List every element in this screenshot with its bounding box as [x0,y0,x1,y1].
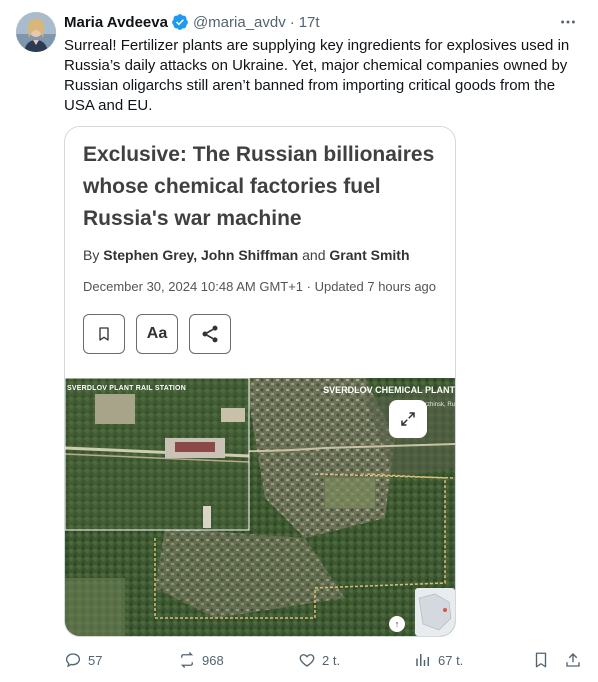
share-upload-icon [566,653,580,667]
bookmark-button[interactable] [532,648,556,672]
article-title: Exclusive: The Russian billionaires whos… [83,143,435,230]
like-button[interactable]: 2 t. [298,648,340,672]
media-card[interactable]: Exclusive: The Russian billionaires whos… [64,126,456,637]
verified-badge-icon [171,13,189,31]
tweet-header: Maria Avdeeva @maria_avdv · 17t [64,12,582,32]
tweet-time[interactable]: 17t [299,14,320,31]
views-button[interactable]: 67 t. [414,648,463,672]
satellite-label-left: SVERDLOV PLANT RAIL STATION [67,385,186,392]
like-icon [299,654,315,667]
reply-button[interactable]: 57 [64,648,102,672]
bookmark-icon [535,652,547,668]
expand-button[interactable] [389,400,427,438]
repost-button[interactable]: 968 [178,648,224,672]
like-count: 2 t. [322,652,341,668]
article-date: December 30, 2024 10:48 AM GMT+1 · Updat… [83,279,437,294]
share-icon [202,325,218,343]
bookmark-icon [99,327,109,341]
byline-author-2: John Shiffman [201,247,299,263]
action-bar: 57 968 2 t. 67 t. [64,648,586,672]
inset-map [415,588,455,636]
tweet-text: Surreal! Fertilizer plants are supplying… [64,37,570,114]
article-font-button: Aa [136,314,178,354]
article-byline: By Stephen Grey, John Shiffman and Grant… [83,247,410,263]
font-size-icon: Aa [146,325,168,342]
byline-author-1: Stephen Grey [103,247,194,263]
views-count: 67 t. [438,652,464,668]
byline-and: and [302,247,326,263]
compass-icon: ↑ [389,616,405,632]
more-icon[interactable] [558,12,578,32]
separator-dot: · [289,13,295,31]
avatar[interactable] [16,12,56,52]
byline-author-3: Grant Smith [329,247,410,263]
expand-icon [401,412,415,426]
views-icon [416,654,429,666]
author-name[interactable]: Maria Avdeeva [64,14,168,31]
satellite-image: SVERDLOV PLANT RAIL STATION SVERDLOV CHE… [65,378,455,636]
repost-icon [180,652,194,668]
byline-sep: , [193,247,198,263]
byline-prefix: By [83,247,100,263]
article-share-button [189,314,231,354]
reply-icon [65,653,81,668]
article-bookmark-button [83,314,125,354]
repost-count: 968 [202,652,224,668]
share-button[interactable] [564,648,588,672]
author-handle[interactable]: @maria_avdv [193,14,286,31]
reply-count: 57 [88,652,103,668]
satellite-label-right: SVERDLOV CHEMICAL PLANT [323,385,455,395]
article-screenshot: Exclusive: The Russian billionaires whos… [65,127,455,378]
